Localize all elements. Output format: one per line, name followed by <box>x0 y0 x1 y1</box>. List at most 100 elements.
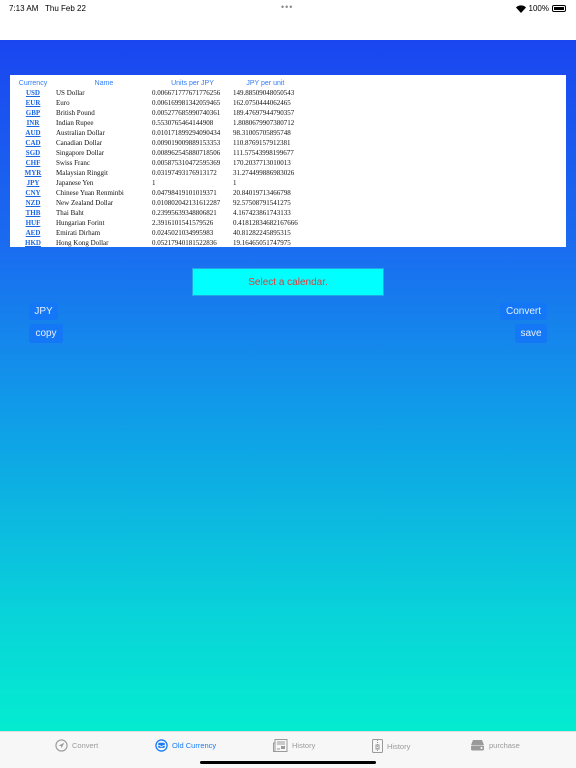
currency-code-link[interactable]: AED <box>26 229 41 237</box>
currency-name-cell: Hungarian Forint <box>56 219 105 227</box>
currency-button[interactable]: JPY <box>29 302 58 320</box>
currency-name-cell: Euro <box>56 99 70 107</box>
header-currency: Currency <box>18 80 48 87</box>
jpy-per-unit-cell: 162.0750444062465 <box>233 99 291 107</box>
currency-name-cell: Emirati Dirham <box>56 229 101 237</box>
jpy-per-unit-cell: 92.57508791541275 <box>233 199 291 207</box>
table-row: CNY Chinese Yuan Renminbi 0.04798419101019… <box>10 188 298 198</box>
jpy-per-unit-cell: 1 <box>233 179 237 187</box>
currency-code-link[interactable]: INR <box>27 119 40 127</box>
copy-button[interactable]: copy <box>29 324 63 343</box>
jpy-per-unit-cell: 0.41812834682167666 <box>233 219 298 227</box>
wifi-icon <box>515 4 526 13</box>
tab-label: Old Currency <box>172 741 217 750</box>
tab-history-2[interactable]: History <box>372 739 410 753</box>
drive-icon <box>471 740 484 751</box>
table-row: USD US Dollar 0.006671777671776256 149.8850… <box>10 88 298 98</box>
currency-code-link[interactable]: JPY <box>27 179 40 187</box>
jpy-per-unit-cell: 1.8080679907380712 <box>233 119 295 127</box>
jpy-per-unit-cell: 40.81282245895315 <box>233 229 291 237</box>
table-row: NZD New Zealand Dollar 0.01080204213161228… <box>10 198 298 208</box>
status-bar: 7:13 AM Thu Feb 22 ••• 100% <box>0 0 576 40</box>
currency-table-panel[interactable]: Currency Name Units per JPY JPY per unit… <box>10 75 566 247</box>
convert-button[interactable]: Convert <box>500 302 547 320</box>
currency-code-link-cell: HUF <box>10 218 56 228</box>
select-calendar-button[interactable]: Select a calendar. <box>192 268 384 296</box>
currency-name-cell: Japanese Yen <box>56 179 94 187</box>
currency-code-link[interactable]: EUR <box>26 99 41 107</box>
inbox-icon <box>155 739 168 752</box>
units-per-jpy-cell: 0.010171899294090434 <box>152 129 221 137</box>
currency-name-cell: Malaysian Ringgit <box>56 169 108 177</box>
currency-code-link-cell: AUD <box>10 128 56 138</box>
currency-name-cell: British Pound <box>56 109 95 117</box>
currency-code-link-cell: EUR <box>10 98 56 108</box>
jpy-per-unit-cell: 110.8769157912381 <box>233 139 291 147</box>
tab-label: purchase <box>489 740 520 750</box>
currency-code-link-cell: THB <box>10 208 56 218</box>
tab-label: History <box>387 741 411 751</box>
currency-code-link[interactable]: NZD <box>26 199 41 207</box>
table-row: CHF Swiss Franc 0.005875310472595369 170.20… <box>10 158 298 168</box>
zipper-icon <box>372 739 383 753</box>
header-name: Name <box>94 80 114 87</box>
currency-code-link[interactable]: CHF <box>26 159 41 167</box>
currency-code-link-cell: MYR <box>10 168 56 178</box>
currency-code-link[interactable]: THB <box>26 209 41 217</box>
currency-table: Currency Name Units per JPY JPY per unit… <box>10 79 298 247</box>
currency-name-cell: Thai Baht <box>56 209 84 217</box>
home-indicator[interactable] <box>200 761 376 764</box>
currency-code-link-cell: GBP <box>10 108 56 118</box>
currency-code-link[interactable]: CNY <box>25 189 40 197</box>
currency-code-link[interactable]: HUF <box>26 219 41 227</box>
units-per-jpy-cell: 0.03197493176913172 <box>152 169 217 177</box>
currency-name-cell: Indian Rupee <box>56 119 94 127</box>
newspaper-icon <box>273 739 288 752</box>
currency-code-link-cell: CHF <box>10 158 56 168</box>
currency-code-link[interactable]: CAD <box>25 139 40 147</box>
table-row: JPY Japanese Yen 1 1 <box>10 178 298 188</box>
currency-code-link-cell: NZD <box>10 198 56 208</box>
units-per-jpy-cell: 2.3916101541579526 <box>152 219 214 227</box>
table-row: EUR Euro 0.006169981342059465 162.075044406… <box>10 98 298 108</box>
jpy-per-unit-cell: 149.88509048050543 <box>233 89 295 97</box>
table-row: SGD Singapore Dollar 0.008962545880718506 1… <box>10 148 298 158</box>
units-per-jpy-cell: 0.5530765464144908 <box>152 119 214 127</box>
tab-old-currency[interactable]: Old Currency <box>155 739 216 752</box>
jpy-per-unit-cell: 19.16465051747975 <box>233 239 291 247</box>
currency-name-cell: Hong Kong Dollar <box>56 239 109 247</box>
currency-code-link[interactable]: SGD <box>26 149 40 157</box>
header-units-per-jpy: Units per JPY <box>171 80 214 87</box>
currency-code-link[interactable]: MYR <box>25 169 42 177</box>
jpy-per-unit-cell: 98.31005705895748 <box>233 129 291 137</box>
save-button[interactable]: save <box>515 324 547 343</box>
currency-code-link-cell: USD <box>10 88 56 98</box>
battery-icon <box>552 5 566 12</box>
status-right: 100% <box>515 4 566 13</box>
units-per-jpy-cell: 0.005277685990740361 <box>152 109 221 117</box>
table-row: GBP British Pound 0.005277685990740361 189.… <box>10 108 298 118</box>
units-per-jpy-cell: 0.009019009889153353 <box>152 139 221 147</box>
currency-name-cell: New Zealand Dollar <box>56 199 114 207</box>
currency-name-cell: Australian Dollar <box>56 129 105 137</box>
jpy-per-unit-cell: 189.47697944790357 <box>233 109 295 117</box>
table-row: HUF Hungarian Forint 2.3916101541579526 0.4… <box>10 218 298 228</box>
table-row: THB Thai Baht 0.23995639348806821 4.1674238… <box>10 208 298 218</box>
multitasking-dots-icon[interactable]: ••• <box>281 2 293 12</box>
currency-code-link[interactable]: AUD <box>25 129 40 137</box>
units-per-jpy-cell: 0.23995639348806821 <box>152 209 217 217</box>
currency-name-cell: Swiss Franc <box>56 159 91 167</box>
currency-code-link-cell: SGD <box>10 148 56 158</box>
tab-convert[interactable]: Convert <box>55 739 98 752</box>
currency-code-link-cell: INR <box>10 118 56 128</box>
tab-history-1[interactable]: History <box>273 739 315 752</box>
jpy-per-unit-cell: 170.2037713010013 <box>233 159 291 167</box>
currency-code-link[interactable]: GBP <box>26 109 40 117</box>
currency-name-cell: Chinese Yuan Renminbi <box>56 189 124 197</box>
currency-name-cell: Canadian Dollar <box>56 139 103 147</box>
currency-code-link[interactable]: USD <box>26 89 40 97</box>
table-row: CAD Canadian Dollar 0.009019009889153353 11… <box>10 138 298 148</box>
currency-code-link[interactable]: HKD <box>25 239 41 247</box>
currency-code-link-cell: JPY <box>10 178 56 188</box>
tab-purchase[interactable]: purchase <box>470 739 520 751</box>
